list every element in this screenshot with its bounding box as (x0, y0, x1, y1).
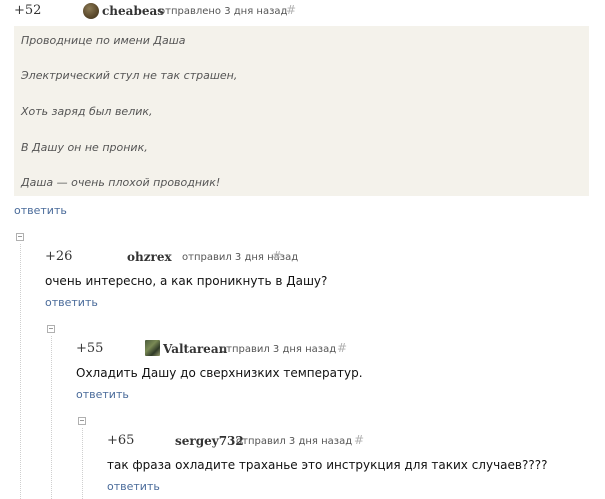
quote-line: Проводнице по имени Даша (21, 34, 186, 47)
collapse-toggle-icon[interactable] (16, 233, 24, 241)
comment-timestamp: отправил 3 дня назад (236, 436, 353, 447)
comment-quote-block: Проводнице по имени Даша Электрический с… (14, 26, 589, 196)
comment-rating: +55 (76, 341, 104, 356)
reply-button[interactable]: ответить (45, 296, 98, 309)
comment-username[interactable]: sergey732 (175, 434, 244, 448)
comment-username[interactable]: cheabeas (102, 4, 164, 18)
quote-line: Электрический стул не так страшен, (21, 69, 238, 82)
comment-text: очень интересно, а как проникнуть в Дашу… (45, 274, 328, 288)
collapse-toggle-icon[interactable] (78, 417, 86, 425)
comment-username[interactable]: ohzrex (127, 250, 172, 264)
quote-line: В Дашу он не проник, (21, 141, 148, 154)
quote-line: Хоть заряд был велик, (21, 105, 153, 118)
comment-permalink-hash[interactable]: # (354, 433, 364, 447)
comment-rating: +26 (45, 249, 73, 264)
comment-permalink-hash[interactable]: # (286, 3, 296, 17)
thread-line[interactable] (20, 244, 21, 499)
thread-line[interactable] (82, 428, 83, 499)
reply-button[interactable]: ответить (14, 204, 67, 217)
reply-button[interactable]: ответить (107, 480, 160, 493)
thread-line[interactable] (51, 336, 52, 499)
user-avatar-icon[interactable] (83, 3, 99, 19)
reply-button[interactable]: ответить (76, 388, 129, 401)
comment-permalink-hash[interactable]: # (272, 249, 282, 263)
comment-rating: +65 (107, 433, 135, 448)
comment-text: так фраза охладите траханье это инструкц… (107, 458, 548, 472)
collapse-toggle-icon[interactable] (47, 325, 55, 333)
comment-timestamp: отправил 3 дня назад (220, 344, 337, 355)
comment-timestamp: отправлено 3 дня назад (159, 6, 288, 17)
comment-username[interactable]: Valtarean (163, 342, 227, 356)
comment-rating: +52 (14, 3, 42, 18)
comment-text: Охладить Дашу до сверхнизких температур. (76, 366, 363, 380)
user-avatar-icon[interactable] (145, 340, 160, 356)
quote-line: Даша — очень плохой проводник! (21, 176, 221, 189)
comment-permalink-hash[interactable]: # (337, 341, 347, 355)
